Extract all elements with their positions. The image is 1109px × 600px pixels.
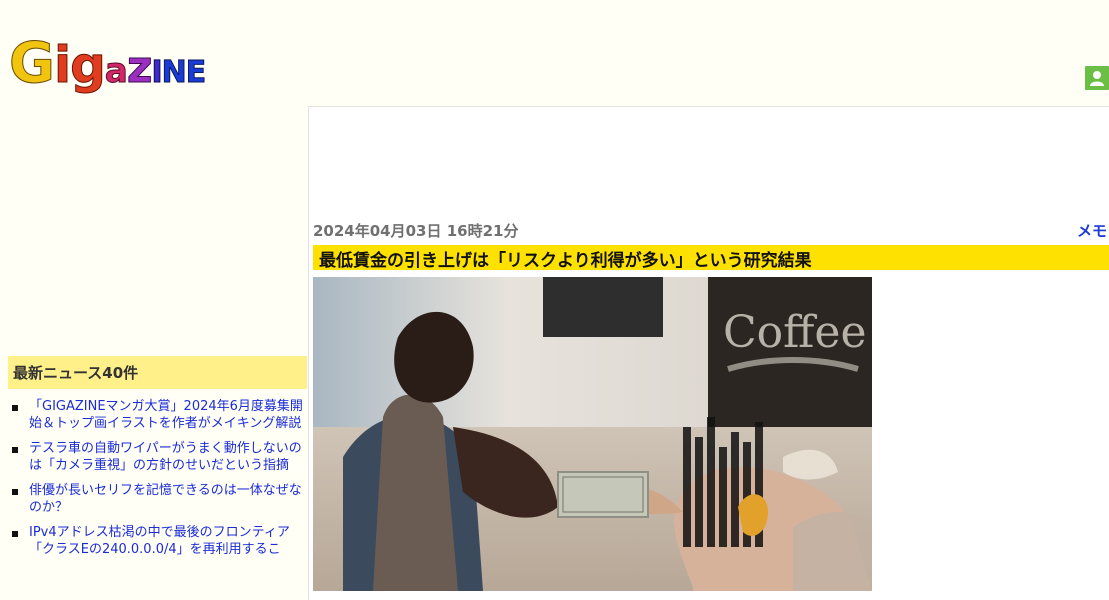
latest-news-title: 最新ニュース40件 [13, 364, 139, 382]
article-hero-image[interactable]: Coffee [313, 277, 872, 591]
article-title[interactable]: 最低賃金の引き上げは「リスクより利得が多い」という研究結果 [319, 246, 812, 271]
category-link[interactable]: メモ [1077, 220, 1109, 241]
list-item: 「GIGAZINEマンガ大賞」2024年6月度募集開始＆トップ画イラストを作者が… [12, 398, 308, 432]
user-icon[interactable] [1085, 66, 1109, 90]
news-link[interactable]: テスラ車の自動ワイパーがうまく動作しないのは「カメラ重視」の方針のせいだという指… [29, 441, 302, 473]
logo-letter: G [9, 31, 56, 96]
logo-letter: i [53, 36, 71, 94]
logo-letter: I [151, 55, 163, 90]
list-item: IPv4アドレス枯渇の中で最後のフロンティア「クラスEの240.0.0.0/4」… [12, 524, 308, 558]
news-link[interactable]: IPv4アドレス枯渇の中で最後のフロンティア「クラスEの240.0.0.0/4」… [29, 525, 290, 557]
logo-letter: g [70, 36, 107, 94]
article-date: 2024年04月03日 16時21分 [313, 222, 519, 240]
hero-photo: Coffee [313, 277, 872, 591]
list-item: テスラ車の自動ワイパーがうまく動作しないのは「カメラ重視」の方針のせいだという指… [12, 440, 308, 474]
latest-news-list: 「GIGAZINEマンガ大賞」2024年6月度募集開始＆トップ画イラストを作者が… [12, 398, 308, 566]
site-logo[interactable]: G i g a z I N E [9, 31, 207, 100]
svg-text:Coffee: Coffee [723, 307, 867, 358]
logo-letter: z [126, 42, 153, 93]
news-link[interactable]: 「GIGAZINEマンガ大賞」2024年6月度募集開始＆トップ画イラストを作者が… [29, 399, 303, 431]
logo-letter: a [104, 51, 128, 91]
list-item: 俳優が長いセリフを記憶できるのは一体なぜなのか？ [12, 482, 308, 516]
news-link[interactable]: 俳優が長いセリフを記憶できるのは一体なぜなのか？ [29, 483, 302, 515]
logo-letter: N [161, 55, 187, 90]
logo-letter: E [185, 55, 206, 90]
